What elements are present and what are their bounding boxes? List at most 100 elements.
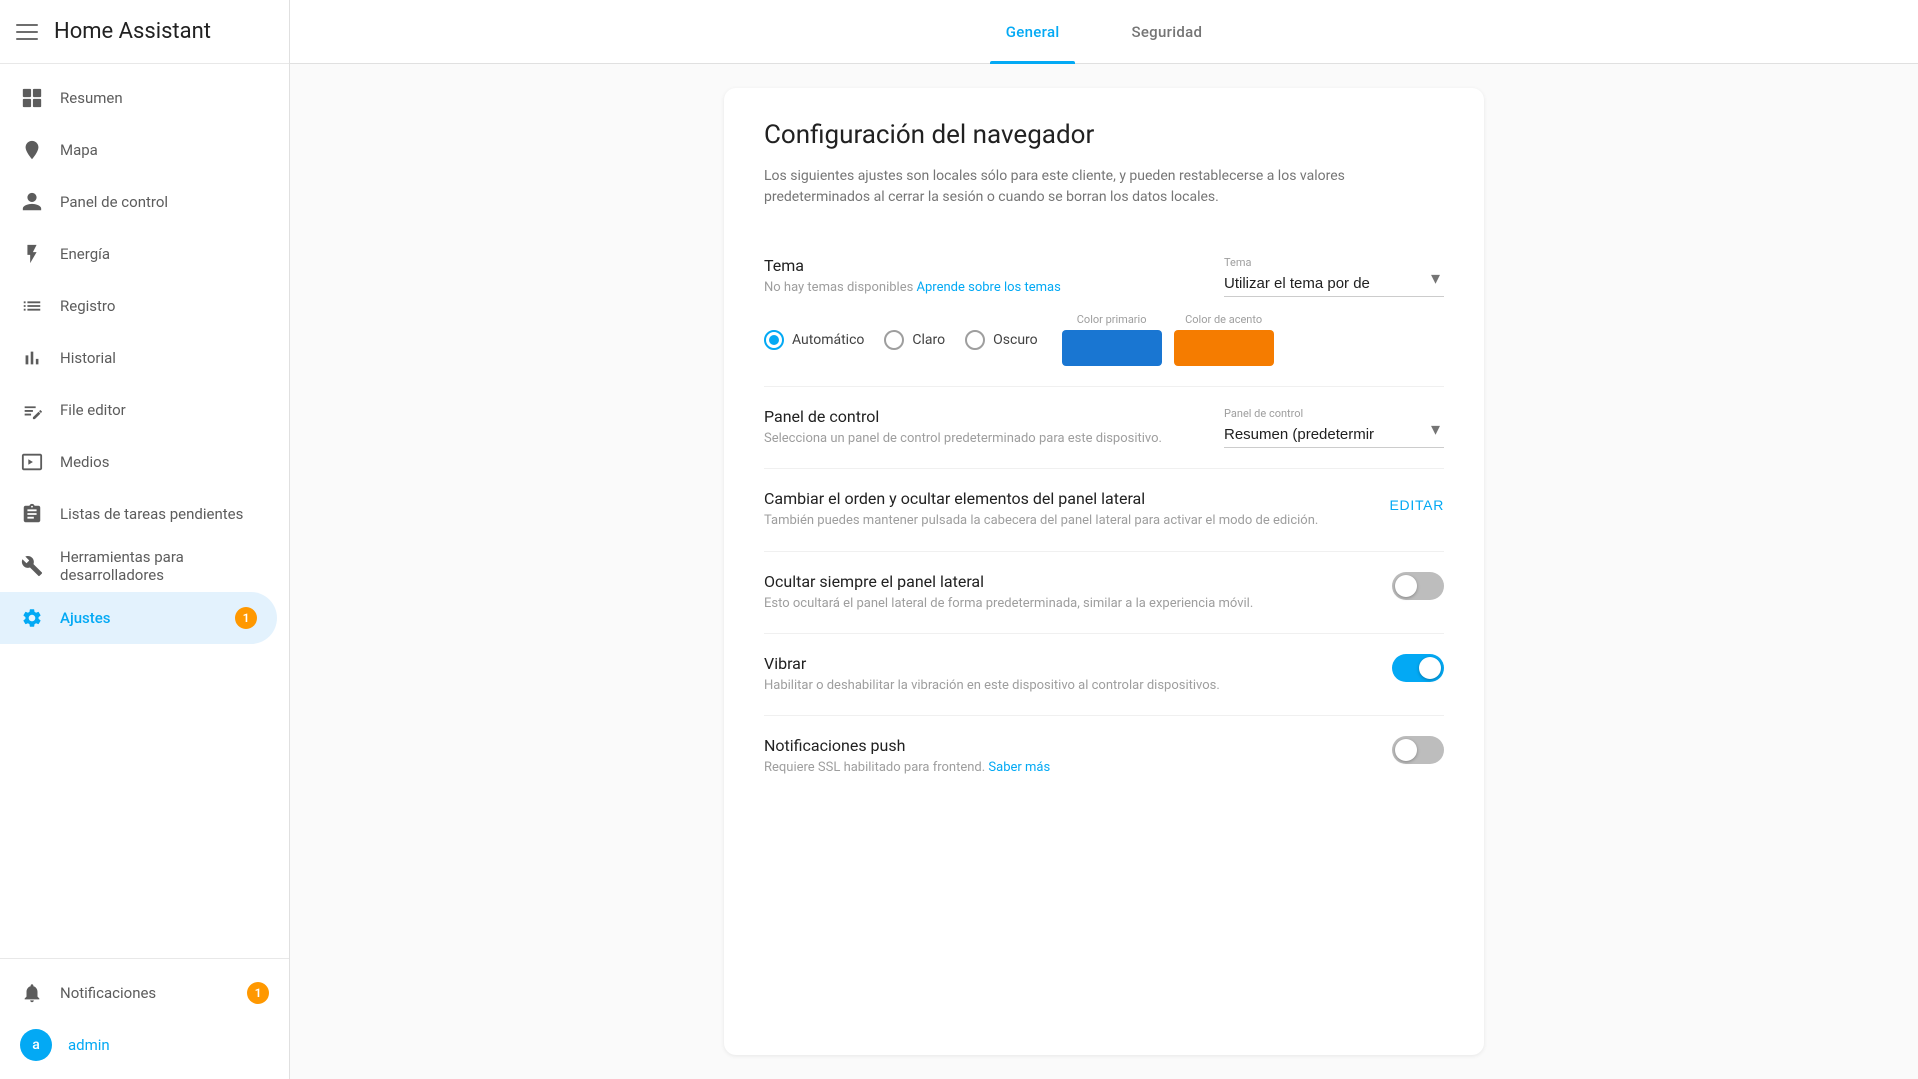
sidebar-footer: Notificaciones 1 a admin — [0, 958, 289, 1079]
mapa-icon — [20, 138, 44, 162]
notificaciones-badge: 1 — [247, 982, 269, 1004]
theme-link[interactable]: Aprende sobre los temas — [917, 280, 1061, 295]
sidebar-item-panel[interactable]: Panel de control — [0, 176, 289, 228]
push-toggle[interactable] — [1392, 736, 1444, 764]
listas-icon — [20, 502, 44, 526]
theme-dropdown[interactable]: Utilizar el tema por de — [1224, 271, 1444, 297]
radio-oscuro-circle — [965, 330, 985, 350]
panel-icon — [20, 190, 44, 214]
content-area: Configuración del navegador Los siguient… — [290, 64, 1918, 1079]
push-link[interactable]: Saber más — [988, 760, 1050, 775]
sidebar-item-ajustes[interactable]: Ajustes 1 — [0, 592, 277, 644]
card-description: Los siguientes ajustes son locales sólo … — [764, 166, 1444, 208]
radio-claro-circle — [884, 330, 904, 350]
sidebar-item-energia[interactable]: Energía — [0, 228, 289, 280]
tab-seguridad-label: Seguridad — [1131, 23, 1202, 41]
theme-dropdown-label: Tema — [1224, 256, 1444, 269]
menu-button[interactable] — [16, 24, 38, 40]
panel-label: Panel de control — [764, 407, 1204, 426]
vibrar-desc: Habilitar o deshabilitar la vibración en… — [764, 677, 1372, 695]
sidebar-item-notificaciones[interactable]: Notificaciones 1 — [0, 967, 289, 1019]
panel-dropdown-container: Panel de control Resumen (predetermir ▾ — [1224, 407, 1444, 448]
push-desc: Requiere SSL habilitado para frontend. S… — [764, 759, 1372, 777]
push-toggle-knob — [1395, 739, 1417, 761]
sidebar-label-medios: Medios — [60, 453, 269, 471]
accent-color-swatch[interactable] — [1174, 330, 1274, 366]
primary-color-swatch[interactable] — [1062, 330, 1162, 366]
push-row: Notificaciones push Requiere SSL habilit… — [764, 736, 1444, 777]
sidebar-item-admin[interactable]: a admin — [0, 1019, 289, 1071]
sidebar-item-medios[interactable]: Medios — [0, 436, 289, 488]
tab-seguridad[interactable]: Seguridad — [1115, 0, 1218, 64]
vibrar-toggle-container — [1392, 654, 1444, 682]
hide-sidebar-toggle-knob — [1395, 575, 1417, 597]
sidebar-item-file-editor[interactable]: File editor — [0, 384, 289, 436]
vibrar-label: Vibrar — [764, 654, 1372, 673]
ajustes-badge: 1 — [235, 607, 257, 629]
medios-icon — [20, 450, 44, 474]
radio-claro-label: Claro — [912, 332, 945, 348]
card-title: Configuración del navegador — [764, 120, 1444, 150]
sidebar-item-mapa[interactable]: Mapa — [0, 124, 289, 176]
sidebar-item-resumen[interactable]: Resumen — [0, 72, 289, 124]
energia-icon — [20, 242, 44, 266]
sidebar-item-historial[interactable]: Historial — [0, 332, 289, 384]
radio-claro[interactable]: Claro — [884, 330, 945, 350]
sidebar-label-file-editor: File editor — [60, 401, 269, 419]
theme-extra-row: Automático Claro Oscuro Col — [764, 313, 1444, 366]
sidebar-label-registro: Registro — [60, 297, 269, 315]
hide-sidebar-label: Ocultar siempre el panel lateral — [764, 572, 1372, 591]
tab-general[interactable]: General — [990, 0, 1076, 64]
panel-dropdown-label: Panel de control — [1224, 407, 1444, 420]
panel-row: Panel de control Selecciona un panel de … — [764, 407, 1444, 448]
primary-color-label: Color primario — [1077, 313, 1147, 326]
theme-label: Tema — [764, 256, 1204, 275]
sidebar-label-listas: Listas de tareas pendientes — [60, 505, 269, 523]
notificaciones-icon — [20, 981, 44, 1005]
push-toggle-container — [1392, 736, 1444, 764]
panel-dropdown[interactable]: Resumen (predetermir — [1224, 422, 1444, 448]
sidebar-label-notificaciones: Notificaciones — [60, 984, 231, 1002]
sidebar-order-label: Cambiar el orden y ocultar elementos del… — [764, 489, 1370, 508]
tab-general-label: General — [1006, 23, 1060, 41]
theme-radio-group: Automático Claro Oscuro — [764, 330, 1038, 350]
primary-color-box: Color primario — [1062, 313, 1162, 366]
radio-automatico[interactable]: Automático — [764, 330, 864, 350]
hide-sidebar-desc: Esto ocultará el panel lateral de forma … — [764, 595, 1372, 613]
sidebar-order-label-group: Cambiar el orden y ocultar elementos del… — [764, 489, 1370, 530]
theme-dropdown-container: Tema Utilizar el tema por de ▾ — [1224, 256, 1444, 297]
herramientas-icon — [20, 554, 44, 578]
app-title: Home Assistant — [54, 19, 211, 44]
sidebar-order-desc: También puedes mantener pulsada la cabec… — [764, 512, 1370, 530]
top-tabs: General Seguridad — [290, 0, 1918, 64]
sidebar-item-herramientas[interactable]: Herramientas para desarrolladores — [0, 540, 289, 592]
radio-automatico-label: Automático — [792, 332, 864, 348]
sidebar-item-listas[interactable]: Listas de tareas pendientes — [0, 488, 289, 540]
vibrar-toggle-knob — [1419, 657, 1441, 679]
sidebar-label-resumen: Resumen — [60, 89, 269, 107]
accent-color-box: Color de acento — [1174, 313, 1274, 366]
vibrar-label-group: Vibrar Habilitar o deshabilitar la vibra… — [764, 654, 1372, 695]
edit-button[interactable]: EDITAR — [1390, 489, 1445, 521]
panel-label-group: Panel de control Selecciona un panel de … — [764, 407, 1204, 448]
hide-sidebar-toggle[interactable] — [1392, 572, 1444, 600]
accent-color-label: Color de acento — [1185, 313, 1262, 326]
sidebar-label-herramientas: Herramientas para desarrolladores — [60, 548, 269, 584]
sidebar-nav: Resumen Mapa Panel de control Energía — [0, 64, 289, 958]
hide-sidebar-section: Ocultar siempre el panel lateral Esto oc… — [764, 552, 1444, 634]
sidebar-label-mapa: Mapa — [60, 141, 269, 159]
theme-section: Tema No hay temas disponibles Aprende so… — [764, 236, 1444, 387]
radio-oscuro[interactable]: Oscuro — [965, 330, 1038, 350]
panel-desc: Selecciona un panel de control predeterm… — [764, 430, 1204, 448]
theme-control: Tema Utilizar el tema por de ▾ — [1224, 256, 1444, 297]
sidebar-item-registro[interactable]: Registro — [0, 280, 289, 332]
vibrar-section: Vibrar Habilitar o deshabilitar la vibra… — [764, 634, 1444, 716]
sidebar-order-row: Cambiar el orden y ocultar elementos del… — [764, 489, 1444, 530]
sidebar-order-control: EDITAR — [1390, 489, 1445, 521]
ajustes-icon — [20, 606, 44, 630]
push-notifications-section: Notificaciones push Requiere SSL habilit… — [764, 716, 1444, 797]
settings-card: Configuración del navegador Los siguient… — [724, 88, 1484, 1055]
vibrar-toggle[interactable] — [1392, 654, 1444, 682]
sidebar-label-admin: admin — [68, 1036, 269, 1054]
radio-automatico-circle — [764, 330, 784, 350]
